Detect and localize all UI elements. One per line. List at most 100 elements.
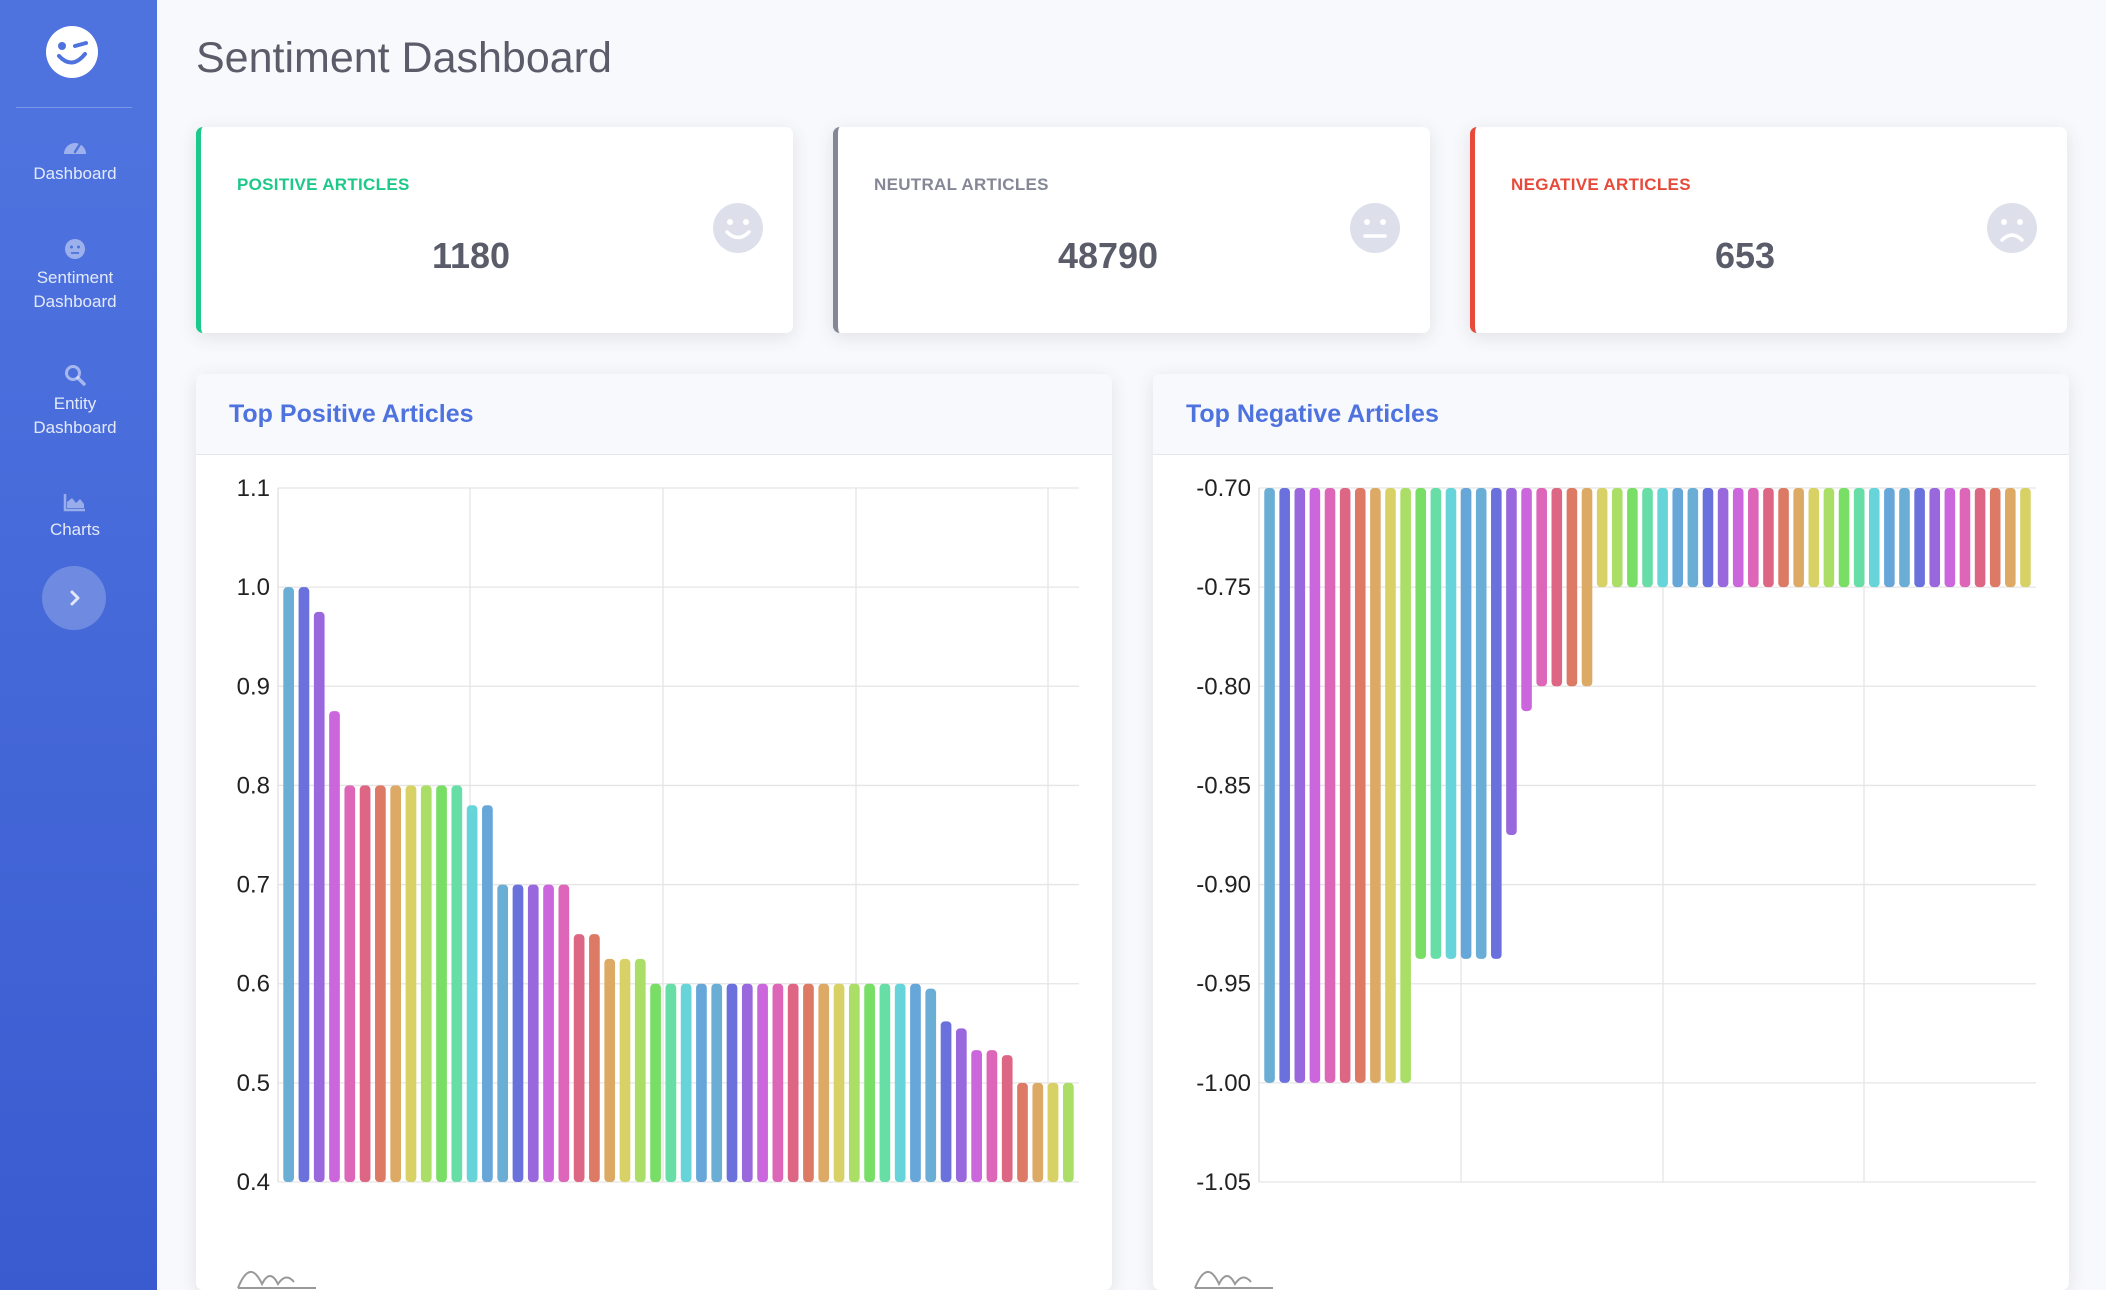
bar[interactable] — [1642, 488, 1653, 588]
bar[interactable] — [665, 983, 677, 1182]
bar[interactable] — [482, 805, 493, 1182]
bar[interactable] — [1415, 488, 1427, 959]
bar[interactable] — [1793, 488, 1804, 588]
bar[interactable] — [772, 983, 784, 1182]
bar[interactable] — [634, 958, 646, 1182]
bar[interactable] — [1506, 488, 1517, 835]
bar[interactable] — [940, 1021, 952, 1182]
bar[interactable] — [1672, 488, 1684, 588]
bar[interactable] — [543, 884, 554, 1182]
bar[interactable] — [1657, 488, 1668, 588]
bar[interactable] — [1521, 488, 1532, 712]
bar[interactable] — [359, 785, 371, 1182]
sidebar-item-charts[interactable]: Charts — [0, 492, 150, 542]
bar[interactable] — [1001, 1055, 1013, 1182]
bar[interactable] — [1627, 488, 1638, 588]
bar[interactable] — [1944, 488, 1956, 588]
bar[interactable] — [1370, 488, 1381, 1083]
bar[interactable] — [741, 983, 753, 1182]
bar[interactable] — [1702, 488, 1714, 588]
bar[interactable] — [726, 983, 738, 1182]
bar[interactable] — [1853, 488, 1865, 588]
bar[interactable] — [818, 983, 830, 1182]
bar[interactable] — [329, 711, 340, 1182]
bar[interactable] — [1959, 488, 1971, 588]
bar[interactable] — [558, 884, 570, 1182]
sidebar-toggle-button[interactable] — [42, 566, 106, 630]
winking-face-icon[interactable] — [44, 24, 100, 80]
bar[interactable] — [573, 934, 585, 1182]
bar[interactable] — [787, 983, 799, 1182]
bar[interactable] — [894, 983, 906, 1182]
bar[interactable] — [1032, 1082, 1044, 1182]
bar[interactable] — [313, 611, 325, 1182]
bar[interactable] — [650, 983, 661, 1182]
bar[interactable] — [589, 934, 600, 1182]
bar[interactable] — [2020, 488, 2031, 588]
bar[interactable] — [1581, 488, 1593, 687]
bar[interactable] — [833, 983, 845, 1182]
bar[interactable] — [803, 983, 814, 1182]
bar[interactable] — [1687, 488, 1699, 588]
bar[interactable] — [1264, 488, 1275, 1083]
bar[interactable] — [1868, 488, 1880, 588]
bar[interactable] — [680, 983, 692, 1182]
bar[interactable] — [1974, 488, 1986, 588]
bar[interactable] — [1445, 488, 1457, 959]
bar[interactable] — [1899, 488, 1910, 588]
bar[interactable] — [1748, 488, 1759, 588]
bar[interactable] — [757, 983, 768, 1182]
bar[interactable] — [2005, 488, 2016, 588]
sidebar-item-dashboard[interactable]: Dashboard — [0, 136, 150, 186]
bar[interactable] — [1611, 488, 1623, 588]
bar[interactable] — [436, 785, 447, 1182]
bar[interactable] — [1475, 488, 1487, 959]
bar[interactable] — [1914, 488, 1925, 588]
bar[interactable] — [1989, 488, 2001, 588]
bar[interactable] — [1279, 488, 1290, 1083]
bar[interactable] — [1017, 1082, 1028, 1182]
bar[interactable] — [986, 1050, 998, 1182]
bar[interactable] — [619, 958, 631, 1182]
bar[interactable] — [466, 805, 478, 1182]
bar[interactable] — [451, 785, 463, 1182]
bar[interactable] — [955, 1028, 967, 1182]
bar[interactable] — [848, 983, 860, 1182]
bar[interactable] — [879, 983, 891, 1182]
sidebar-item-sentiment-dashboard[interactable]: Sentiment Dashboard — [0, 238, 150, 314]
bar[interactable] — [390, 785, 402, 1182]
sidebar-item-entity-dashboard[interactable]: Entity Dashboard — [0, 364, 150, 440]
bar[interactable] — [1063, 1082, 1074, 1182]
bar[interactable] — [405, 785, 417, 1182]
bar[interactable] — [1732, 488, 1744, 588]
bar[interactable] — [1551, 488, 1563, 687]
bar[interactable] — [1430, 488, 1442, 959]
bar[interactable] — [1339, 488, 1351, 1083]
bar[interactable] — [298, 587, 310, 1182]
bar[interactable] — [1929, 488, 1941, 588]
bar[interactable] — [1566, 488, 1578, 687]
bar[interactable] — [864, 983, 875, 1182]
bar[interactable] — [711, 983, 723, 1182]
bar[interactable] — [910, 983, 921, 1182]
bar[interactable] — [1763, 488, 1774, 588]
bar[interactable] — [1354, 488, 1366, 1083]
bar[interactable] — [283, 587, 294, 1182]
bar[interactable] — [1324, 488, 1336, 1083]
bar[interactable] — [420, 785, 432, 1182]
bar[interactable] — [1596, 488, 1608, 588]
bar[interactable] — [512, 884, 524, 1182]
bar[interactable] — [1884, 488, 1895, 588]
bar[interactable] — [1047, 1082, 1059, 1182]
bar[interactable] — [527, 884, 539, 1182]
bar[interactable] — [1823, 488, 1835, 588]
bar[interactable] — [1808, 488, 1820, 588]
bar[interactable] — [375, 785, 386, 1182]
bar[interactable] — [497, 884, 509, 1182]
bar[interactable] — [1491, 488, 1502, 959]
bar[interactable] — [696, 983, 707, 1182]
bar[interactable] — [1385, 488, 1396, 1083]
bar[interactable] — [1460, 488, 1472, 959]
bar[interactable] — [1838, 488, 1850, 588]
bar[interactable] — [1778, 488, 1789, 588]
